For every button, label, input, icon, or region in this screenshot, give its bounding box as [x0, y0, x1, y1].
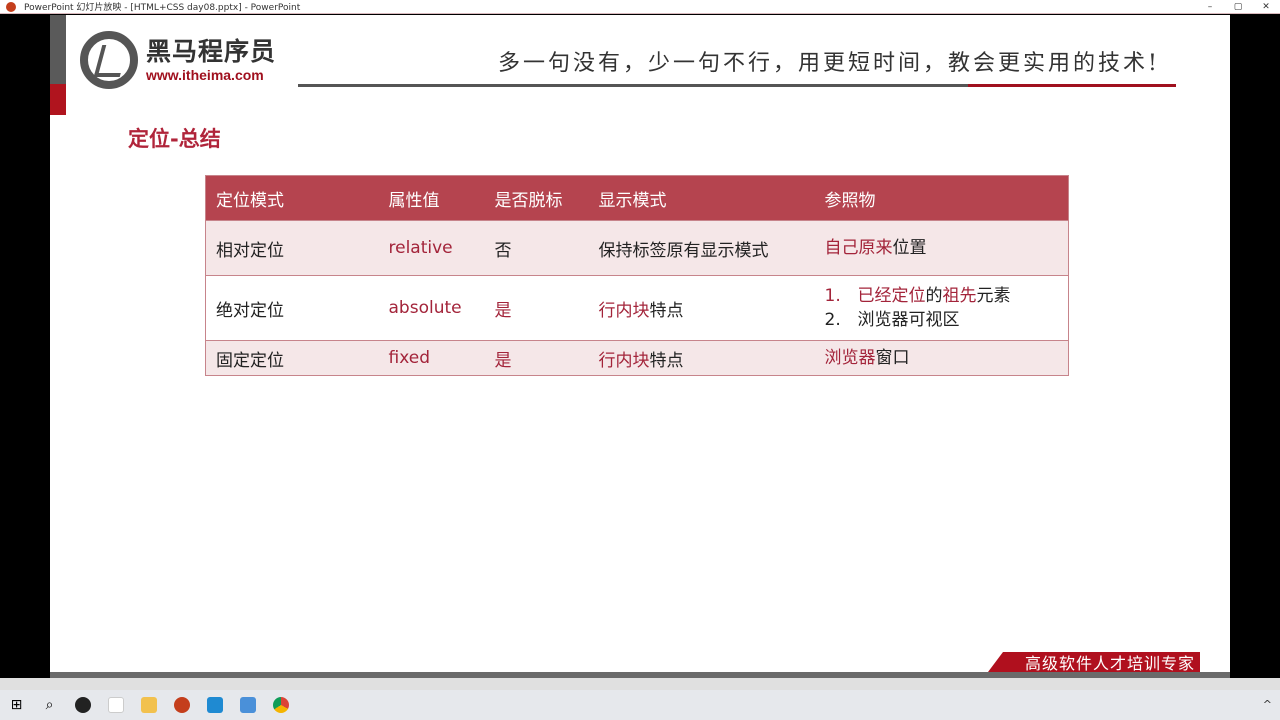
close-button[interactable]: ✕ — [1252, 0, 1280, 14]
search-icon[interactable]: ⌕ — [33, 690, 66, 720]
decor-bar-gray — [50, 15, 66, 84]
list-number: 1. — [824, 286, 841, 306]
value-cell: fixed — [378, 340, 485, 376]
text-segment: 保持标签原有显示模式 — [598, 240, 769, 261]
system-tray: ^ — [1263, 698, 1272, 711]
slogan-banner: 高级软件人才培训专家 — [985, 652, 1200, 672]
text-segment: 窗口 — [875, 348, 910, 368]
text-segment: 行内块 — [598, 300, 650, 321]
header-rule — [298, 84, 968, 87]
col-header: 显示模式 — [588, 175, 815, 221]
display-cell: 保持标签原有显示模式 — [588, 220, 815, 276]
value-cell: relative — [378, 220, 485, 276]
text-segment: 特点 — [649, 350, 684, 371]
col-header: 属性值 — [378, 175, 485, 221]
summary-table: 定位模式 属性值 是否脱标 显示模式 参照物 相对定位 relative 否保持标签… — [205, 175, 1069, 376]
restore-button[interactable]: ▢ — [1224, 0, 1252, 14]
horse-logo-icon — [80, 31, 138, 89]
powerpoint-icon — [6, 1, 16, 12]
slide: 黑马程序员 www.itheima.com 多一句没有，少一句不行，用更短时间，… — [50, 15, 1230, 672]
text-segment: 位置 — [892, 238, 927, 258]
table-header-row: 定位模式 属性值 是否脱标 显示模式 参照物 — [205, 175, 1069, 221]
reference-cell: 1. 已经定位的祖先元素 2. 浏览器可视区 — [814, 275, 1069, 341]
window-title: PowerPoint 幻灯片放映 - [HTML+CSS day08.pptx]… — [24, 3, 301, 13]
typora-icon[interactable] — [99, 690, 132, 720]
powerpoint-icon[interactable] — [165, 690, 198, 720]
taskbar: ⊞ ⌕ ^ — [0, 690, 1280, 720]
text-segment: 已经定位 — [857, 286, 926, 306]
mode-cell: 固定定位 — [205, 340, 379, 376]
logo: 黑马程序员 www.itheima.com — [80, 31, 276, 89]
chrome-icon[interactable] — [264, 690, 297, 720]
text-segment: 元素 — [976, 286, 1011, 306]
text-segment: 特点 — [649, 300, 684, 321]
col-header: 是否脱标 — [484, 175, 589, 221]
table-row: 相对定位 relative 否保持标签原有显示模式 自己原来位置 — [205, 220, 1069, 276]
logo-url: www.itheima.com — [146, 67, 264, 83]
reference-line: 浏览器窗口 — [825, 346, 1069, 370]
table-row: 绝对定位 absolute 是行内块特点 1. 已经定位的祖先元素 2. 浏览器可视区 — [205, 275, 1069, 341]
vscode-icon[interactable] — [198, 690, 231, 720]
text-segment: 的 — [925, 286, 943, 306]
reference-line: 自己原来位置 — [825, 236, 1069, 260]
mode-cell: 绝对定位 — [205, 275, 379, 341]
value-cell: absolute — [378, 275, 485, 341]
obs-icon[interactable] — [66, 690, 99, 720]
slideshow-area — [0, 678, 1280, 690]
display-cell: 行内块特点 — [588, 275, 815, 341]
out-of-flow-cell: 是 — [484, 340, 589, 376]
reference-cell: 自己原来位置 — [814, 220, 1069, 276]
slide-title: 定位-总结 — [128, 127, 221, 151]
reference-cell: 浏览器窗口 — [814, 340, 1069, 376]
out-of-flow-cell: 否 — [484, 220, 589, 276]
mode-cell: 相对定位 — [205, 220, 379, 276]
window-titlebar: PowerPoint 幻灯片放映 - [HTML+CSS day08.pptx]… — [0, 0, 1280, 14]
text-segment: 行内块 — [598, 350, 650, 371]
tray-expand-icon[interactable]: ^ — [1263, 698, 1272, 711]
minimize-button[interactable]: – — [1196, 0, 1224, 14]
app-icon[interactable] — [231, 690, 264, 720]
file-explorer-icon[interactable] — [132, 690, 165, 720]
col-header: 定位模式 — [205, 175, 379, 221]
text-segment: 祖先 — [942, 286, 977, 306]
slogan: 多一句没有，少一句不行，用更短时间，教会更实用的技术! — [498, 51, 1160, 76]
table-row: 固定定位 fixed 是行内块特点 浏览器窗口 — [205, 340, 1069, 376]
header-rule-accent — [968, 84, 1176, 87]
display-cell: 行内块特点 — [588, 340, 815, 376]
text-segment: 自己原来 — [824, 238, 893, 258]
reference-line: 1. 已经定位的祖先元素 — [825, 284, 1069, 308]
list-number: 2. — [824, 310, 841, 330]
start-icon[interactable]: ⊞ — [0, 690, 33, 720]
text-segment: 浏览器 — [824, 348, 876, 368]
out-of-flow-cell: 是 — [484, 275, 589, 341]
text-segment: 浏览器可视区 — [857, 310, 960, 330]
decor-bar-red — [50, 84, 66, 115]
logo-name: 黑马程序员 — [146, 37, 277, 66]
col-header: 参照物 — [814, 175, 1069, 221]
reference-line: 2. 浏览器可视区 — [825, 308, 1069, 332]
